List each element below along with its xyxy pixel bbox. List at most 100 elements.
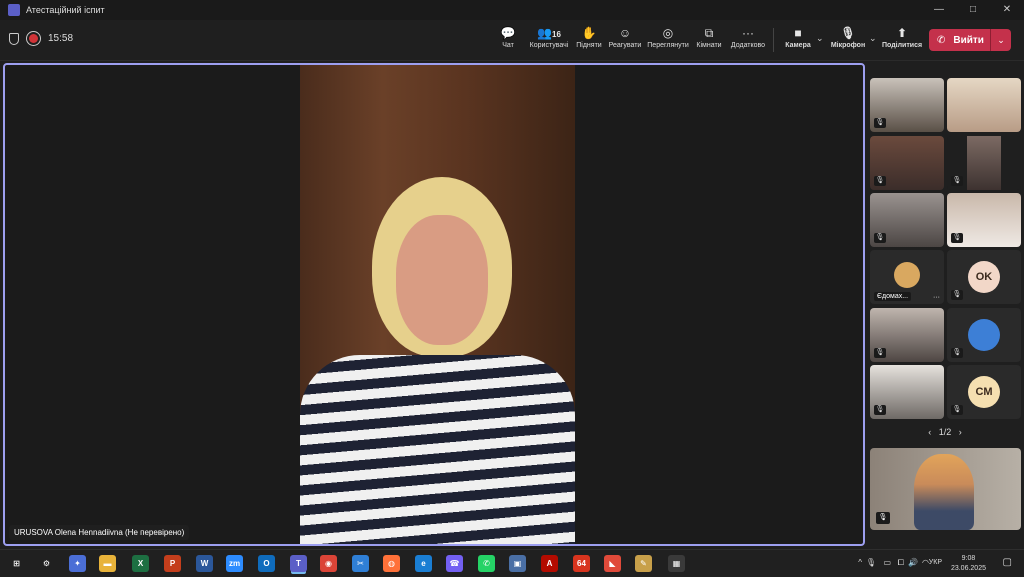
language-indicator[interactable]: УКР <box>929 559 942 566</box>
participant-avatar: CM <box>968 376 1000 408</box>
word-icon[interactable]: W <box>196 555 213 572</box>
chrome-icon[interactable]: ◉ <box>320 555 337 572</box>
rooms-icon: ⧉ <box>704 26 714 40</box>
microphone-options-chevron-icon[interactable]: ⌄ <box>869 33 877 44</box>
participant-tile[interactable]: 🎙 <box>870 78 944 132</box>
shield-icon[interactable] <box>9 33 19 45</box>
share-icon: ⬆ <box>896 26 908 40</box>
participant-tile[interactable]: 🎙 <box>870 365 944 419</box>
muted-mic-icon: 🎙 <box>951 348 963 358</box>
view-icon: ◎ <box>662 26 674 40</box>
participant-tile[interactable]: Єдомах... ··· <box>870 250 944 304</box>
outlook-icon[interactable]: O <box>258 555 275 572</box>
react-button[interactable]: ☺ Реагувати <box>608 26 642 49</box>
window-controls: — □ ✕ <box>922 0 1024 20</box>
self-video <box>914 454 974 530</box>
snipping-tool-icon[interactable]: ✂ <box>352 555 369 572</box>
battery-icon[interactable]: ▭ <box>883 558 891 567</box>
participant-pager: ‹ 1/2 › <box>870 427 1020 437</box>
windows-start-icon[interactable]: ⊞ <box>8 555 25 572</box>
participant-photo <box>894 262 920 288</box>
participant-count: 16 <box>552 30 561 39</box>
participant-tile[interactable]: 🎙 <box>870 308 944 362</box>
people-button[interactable]: 👥16 Користувачі <box>527 26 571 49</box>
microphone-button[interactable]: 🎙 Мікрофон <box>830 26 866 49</box>
more-options-icon[interactable]: ··· <box>933 294 940 301</box>
powerpoint-icon[interactable]: P <box>164 555 181 572</box>
display-icon[interactable]: ⧠ <box>898 558 904 568</box>
speaker-shirt <box>300 355 575 544</box>
maximize-button[interactable]: □ <box>956 0 990 20</box>
participant-tile[interactable]: 🎙 <box>870 136 944 190</box>
muted-mic-icon: 🎙 <box>951 176 963 186</box>
teams-logo-icon <box>8 4 20 16</box>
participant-tile[interactable]: 🎙 <box>870 193 944 247</box>
edge-icon[interactable]: e <box>415 555 432 572</box>
leave-options-chevron-icon[interactable]: ⌄ <box>990 29 1011 51</box>
meeting-toolbar: 15:58 💬 Чат 👥16 Користувачі ✋ Підняти ☺ … <box>0 20 1024 61</box>
microphone-in-use-icon[interactable]: 🎙 <box>866 558 876 567</box>
participant-tile[interactable]: 🎙 <box>947 136 1021 190</box>
close-button[interactable]: ✕ <box>990 0 1024 20</box>
clock[interactable]: 9:08 23.06.2025 <box>951 554 986 574</box>
rooms-button[interactable]: ⧉ Кімнати <box>694 26 724 49</box>
chat-icon: 💬 <box>500 26 516 40</box>
muted-mic-icon: 🎙 <box>951 233 963 243</box>
people-icon: 👥 <box>537 26 553 40</box>
next-page-icon[interactable]: › <box>959 427 962 437</box>
participant-tile[interactable]: 🎙 <box>947 193 1021 247</box>
excel-icon[interactable]: X <box>132 555 149 572</box>
participant-photo <box>968 319 1000 351</box>
firefox-icon[interactable]: ◍ <box>383 555 400 572</box>
more-button[interactable]: ··· Додатково <box>728 26 768 49</box>
view-button[interactable]: ◎ Переглянути <box>646 26 690 49</box>
copilot-icon[interactable]: ✦ <box>69 555 86 572</box>
muted-mic-icon: 🎙 <box>874 405 886 415</box>
muted-mic-icon: 🎙 <box>874 233 886 243</box>
participant-tile[interactable]: 🎙 <box>947 308 1021 362</box>
app-64-icon[interactable]: 64 <box>573 555 590 572</box>
main-video-stage[interactable]: URUSOVA Olena Hennadiivna (Не перевірено… <box>3 63 865 546</box>
microphone-icon: 🎙 <box>840 26 856 40</box>
raise-hand-button[interactable]: ✋ Підняти <box>575 26 603 49</box>
previous-page-icon[interactable]: ‹ <box>928 427 931 437</box>
self-view-tile[interactable]: 🎙 <box>870 448 1021 530</box>
share-button[interactable]: ⬆ Поділитися <box>882 26 922 49</box>
participant-name: Єдомах... <box>874 292 912 301</box>
notification-icon[interactable]: ▢ <box>1003 557 1012 568</box>
chat-button[interactable]: 💬 Чат <box>497 26 519 49</box>
participant-avatar: OK <box>968 261 1000 293</box>
file-explorer-icon[interactable]: ▬ <box>99 555 116 572</box>
volume-icon[interactable]: 🔊 <box>908 558 918 567</box>
viber-icon[interactable]: ☎ <box>446 555 463 572</box>
paint-icon[interactable]: ✎ <box>635 555 652 572</box>
save-icon[interactable]: ▣ <box>509 555 526 572</box>
more-icon: ··· <box>742 26 754 40</box>
windows-taskbar: ⊞ ⚙ ✦ ▬ X P Wzm O T ◉ ✂ ◍ e ☎ ✆ ▣ A 64 ◣ ✎ ▦ ^ 🎙 ▭ ⧠ 🔊 ◠ УКР… <box>0 549 1024 577</box>
recording-icon <box>29 34 38 43</box>
leave-button[interactable]: ✆ Вийти ⌄ <box>929 29 1011 51</box>
teams-icon[interactable]: T <box>290 555 307 572</box>
title-bar: Атестаційний іспит — □ ✕ <box>0 0 1024 20</box>
camera-options-chevron-icon[interactable]: ⌄ <box>816 33 824 44</box>
show-hidden-icons-icon[interactable]: ^ <box>858 558 862 567</box>
participant-tile[interactable]: OK 🎙 <box>947 250 1021 304</box>
participant-tile[interactable]: CM 🎙 <box>947 365 1021 419</box>
muted-mic-icon: 🎙 <box>874 176 886 186</box>
leave-label: Вийти <box>953 34 984 46</box>
acrobat-icon[interactable]: A <box>541 555 558 572</box>
page-indicator: 1/2 <box>938 427 952 437</box>
whatsapp-icon[interactable]: ✆ <box>478 555 495 572</box>
zoom-icon[interactable]: zm <box>226 555 243 572</box>
clock-date: 23.06.2025 <box>950 565 986 572</box>
react-icon: ☺ <box>618 26 632 40</box>
muted-mic-icon: 🎙 <box>951 290 963 300</box>
speaker-video <box>300 65 575 544</box>
raise-hand-icon: ✋ <box>581 26 597 40</box>
participant-tile[interactable] <box>947 78 1021 132</box>
settings-icon[interactable]: ⚙ <box>38 555 55 572</box>
app-red-icon[interactable]: ◣ <box>604 555 621 572</box>
calculator-icon[interactable]: ▦ <box>668 555 685 572</box>
minimize-button[interactable]: — <box>922 0 956 20</box>
camera-button[interactable]: ■ Камера <box>783 26 813 49</box>
